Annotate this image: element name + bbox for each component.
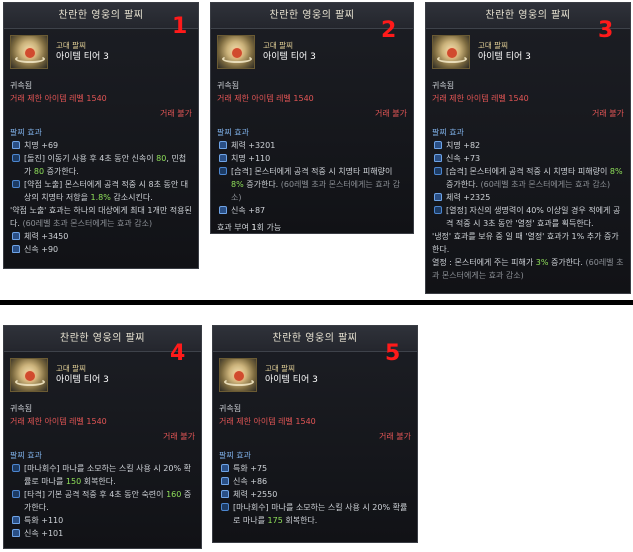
lock-icon	[434, 193, 442, 201]
effect-icon	[434, 167, 442, 175]
panel-2: 찬란한 영웅의 팔찌 고대 팔찌 아이템 티어 3 귀속됨 거래 제한 아이템 …	[210, 2, 414, 234]
effect-line: [열정] 자신의 생명력이 40% 이상일 경우 적에게 공격 적중 시 3초 …	[432, 204, 624, 230]
item-grade: 고대 팔찌	[56, 364, 86, 373]
lock-icon	[219, 206, 227, 214]
effect-title: 팔찌 효과	[432, 128, 464, 137]
panel-5: 찬란한 영웅의 팔찌 고대 팔찌 아이템 티어 3 귀속됨 거래 제한 아이템 …	[212, 325, 418, 543]
panel-4: 찬란한 영웅의 팔찌 고대 팔찌 아이템 티어 3 귀속됨 거래 제한 아이템 …	[3, 325, 202, 549]
effect-icon	[221, 503, 229, 511]
lock-icon	[434, 154, 442, 162]
effect-line: 특화 +110	[10, 514, 195, 527]
trade-status: 거래 불가	[592, 109, 624, 118]
trade-status: 거래 불가	[160, 109, 192, 118]
lock-icon	[221, 477, 229, 485]
effect-line: 체력 +3201	[217, 139, 407, 152]
bracelet-icon	[432, 35, 470, 69]
effect-icon	[219, 167, 227, 175]
effect-line: [습격] 몬스터에게 공격 적중 시 치명타 피해량이 8% 증가한다. (60…	[432, 165, 624, 191]
lock-icon	[12, 245, 20, 253]
bound-status: 귀속됨	[217, 81, 240, 90]
effect-line: 신속 +90	[10, 243, 192, 256]
item-tier: 아이템 티어 3	[478, 52, 531, 62]
bound-status: 귀속됨	[432, 81, 455, 90]
effect-icon	[12, 490, 20, 498]
trade-status: 거래 불가	[379, 432, 411, 441]
effect-line: 신속 +87	[217, 204, 407, 217]
section-divider	[0, 300, 633, 305]
trade-restriction-level: 거래 제한 아이템 레벨 1540	[432, 94, 529, 103]
panel-number: 2	[381, 18, 397, 43]
effect-title: 팔찌 효과	[217, 128, 249, 137]
effect-line: 체력 +2325	[432, 191, 624, 204]
effect-line: 신속 +86	[219, 475, 411, 488]
lock-icon	[12, 516, 20, 524]
effect-line: 특화 +75	[219, 462, 411, 475]
panel-number: 3	[598, 18, 614, 43]
effect-line: 치명 +69	[10, 139, 192, 152]
lock-icon	[221, 464, 229, 472]
lock-icon	[12, 141, 20, 149]
effect-title: 팔찌 효과	[219, 451, 251, 460]
panel-3: 찬란한 영웅의 팔찌 고대 팔찌 아이템 티어 3 귀속됨 거래 제한 아이템 …	[425, 2, 631, 294]
bound-status: 귀속됨	[219, 404, 242, 413]
item-tier: 아이템 티어 3	[265, 375, 318, 385]
trade-restriction-level: 거래 제한 아이템 레벨 1540	[217, 94, 314, 103]
bracelet-icon	[10, 35, 48, 69]
lock-icon	[219, 141, 227, 149]
effect-line: 신속 +101	[10, 527, 195, 540]
effect-icon	[12, 464, 20, 472]
effect-icon	[434, 206, 442, 214]
effect-line: [돌진] 이동기 사용 후 4초 동안 신속이 80, 민첩가 80 증가한다.	[10, 152, 192, 178]
effect-note: '약점 노출' 효과는 하나의 대상에게 최대 1개만 적용된다. (60레벨 …	[10, 206, 192, 228]
lock-icon	[12, 232, 20, 240]
trade-restriction-level: 거래 제한 아이템 레벨 1540	[10, 94, 107, 103]
panel-number: 1	[172, 14, 188, 39]
effect-line: [습격] 몬스터에게 공격 적중 시 치명타 피해량이 8% 증가한다. (60…	[217, 165, 407, 204]
item-grade: 고대 팔찌	[56, 41, 86, 50]
effect-line: [마나회수] 마나를 소모하는 스킬 사용 시 20% 확률로 마나를 175 …	[219, 501, 411, 527]
effect-line: [약점 노출] 몬스터에게 공격 적중 시 8초 동안 대상의 치명타 저항을 …	[10, 178, 192, 204]
effect-title: 팔찌 효과	[10, 128, 42, 137]
trade-restriction-level: 거래 제한 아이템 레벨 1540	[219, 417, 316, 426]
effect-line: 체력 +2550	[219, 488, 411, 501]
lock-icon	[12, 529, 20, 537]
panel-number: 4	[170, 341, 186, 366]
item-grade: 고대 팔찌	[263, 41, 293, 50]
item-grade: 고대 팔찌	[478, 41, 508, 50]
panel-number: 5	[385, 341, 401, 366]
trade-restriction-level: 거래 제한 아이템 레벨 1540	[10, 417, 107, 426]
effect-grant-limit: 효과 부여 1회 가능	[217, 223, 282, 232]
effect-icon	[12, 180, 20, 188]
effect-note: '냉정' 효과를 보유 중 일 때 '열정' 효과가 1% 추가 증가한다.	[432, 232, 619, 254]
trade-status: 거래 불가	[375, 109, 407, 118]
bracelet-icon	[10, 358, 48, 392]
trade-status: 거래 불가	[163, 432, 195, 441]
item-grade: 고대 팔찌	[265, 364, 295, 373]
item-tier: 아이템 티어 3	[56, 52, 109, 62]
lock-icon	[221, 490, 229, 498]
effect-line: [마나회수] 마나를 소모하는 스킬 사용 시 20% 확률로 마나를 150 …	[10, 462, 195, 488]
item-tier: 아이템 티어 3	[56, 375, 109, 385]
bound-status: 귀속됨	[10, 404, 33, 413]
bound-status: 귀속됨	[10, 81, 33, 90]
effect-icon	[12, 154, 20, 162]
panel-1: 찬란한 영웅의 팔찌 고대 팔찌 아이템 티어 3 귀속됨 거래 제한 아이템 …	[3, 2, 199, 269]
bracelet-icon	[217, 35, 255, 69]
effect-line: 신속 +73	[432, 152, 624, 165]
effect-line: 체력 +3450	[10, 230, 192, 243]
lock-icon	[434, 141, 442, 149]
effect-note: 열정 : 몬스터에게 주는 피해가 3% 증가한다. (60레벨 초과 몬스터에…	[432, 258, 624, 280]
effect-line: [타격] 기본 공격 적중 후 4초 동안 숙련이 160 증가한다.	[10, 488, 195, 514]
effect-line: 치명 +110	[217, 152, 407, 165]
panel-title: 찬란한 영웅의 팔찌	[4, 3, 198, 29]
effect-line: 치명 +82	[432, 139, 624, 152]
effect-title: 팔찌 효과	[10, 451, 42, 460]
item-tier: 아이템 티어 3	[263, 52, 316, 62]
bracelet-icon	[219, 358, 257, 392]
lock-icon	[219, 154, 227, 162]
